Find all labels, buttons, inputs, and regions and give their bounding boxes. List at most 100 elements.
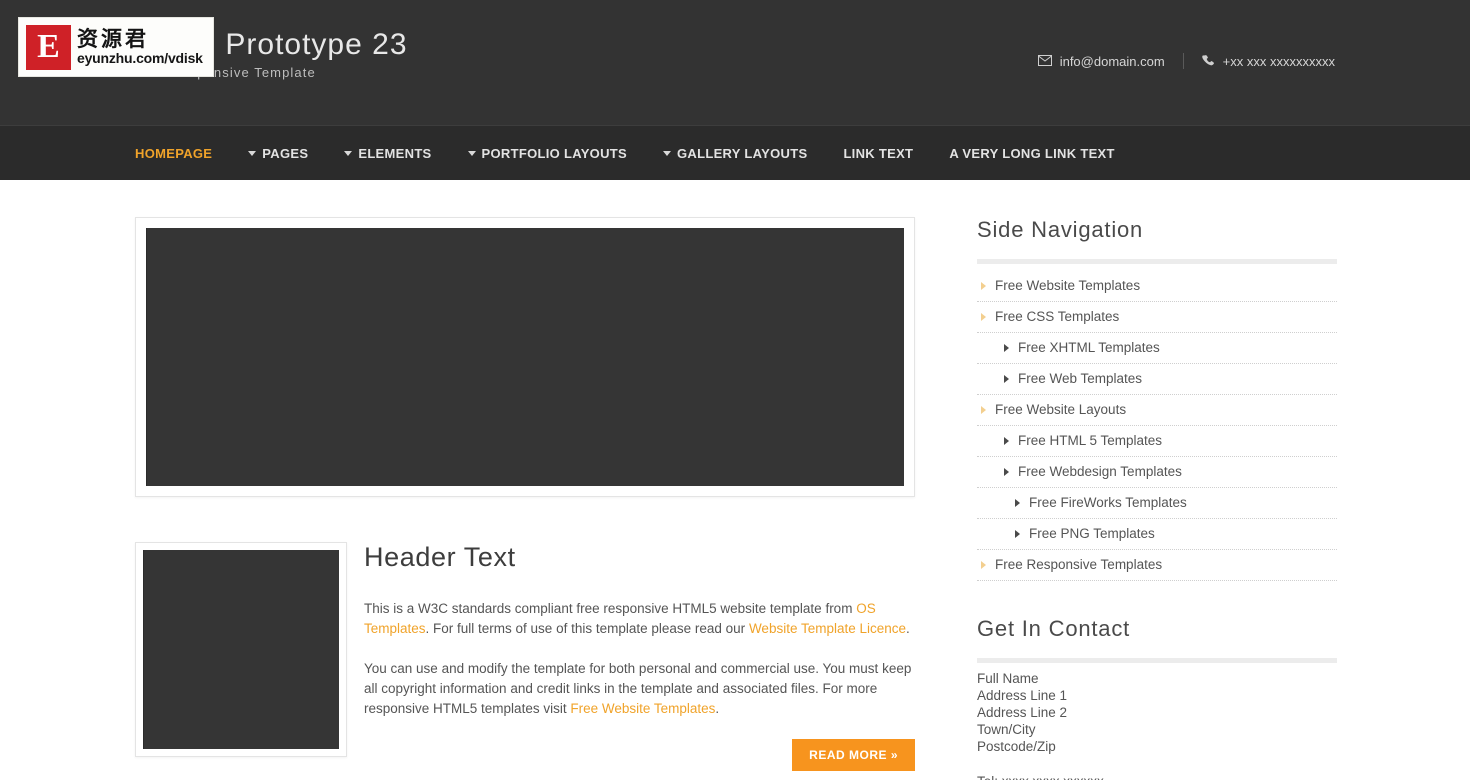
- nav-item-label: GALLERY LAYOUTS: [677, 146, 808, 161]
- sidebar-item-free-responsive-templates[interactable]: Free Responsive Templates: [977, 550, 1337, 580]
- contact-tel: Tel: xxxx xxxx xxxxxx: [977, 773, 1337, 780]
- sidebar-item-free-webdesign-templates[interactable]: Free Webdesign Templates: [977, 457, 1337, 487]
- nav-item-link-text[interactable]: LINK TEXT: [843, 140, 913, 167]
- sidebar-item-free-web-templates[interactable]: Free Web Templates: [977, 364, 1337, 394]
- sidebar-list-item: Free XHTML Templates: [977, 333, 1337, 364]
- triangle-right-icon: [1015, 529, 1020, 538]
- sidebar-item-label: Free PNG Templates: [1029, 526, 1155, 541]
- free-website-templates-link[interactable]: Free Website Templates: [570, 701, 715, 716]
- watermark-badge-icon: E: [26, 24, 71, 70]
- read-more-button[interactable]: READ MORE »: [792, 739, 915, 771]
- envelope-icon: [1037, 54, 1052, 68]
- feature-thumbnail-frame[interactable]: [135, 542, 347, 757]
- sidebar-list-item: Free Website Templates: [977, 271, 1337, 302]
- address-line: Full Name: [977, 671, 1039, 686]
- header-email-text: info@domain.com: [1059, 53, 1165, 69]
- nav-item-portfolio-layouts[interactable]: PORTFOLIO LAYOUTS: [467, 140, 627, 167]
- address-line: Town/City: [977, 722, 1036, 737]
- watermark-cn-text: 资源君: [77, 27, 149, 52]
- website-template-licence-link[interactable]: Website Template Licence: [749, 621, 906, 636]
- nav-items-container: HOMEPAGE PAGES ELEMENTS PORTFOLIO LAYOUTS GA…: [135, 126, 1335, 181]
- address-line: Address Line 2: [977, 705, 1068, 720]
- main-layout: Header Text This is a W3C standards comp…: [135, 180, 1337, 780]
- triangle-right-icon: [1004, 467, 1009, 476]
- side-navigation-block: Side Navigation Free Website Templates Fr…: [977, 217, 1337, 581]
- sidebar-item-label: Free Website Templates: [995, 278, 1141, 293]
- nav-item-label: ELEMENTS: [358, 146, 432, 161]
- contact-details: Tel: xxxx xxxx xxxxxx Email: contact@dom…: [977, 773, 1337, 780]
- sidebar-item-label: Free XHTML Templates: [1018, 340, 1160, 355]
- nav-item-gallery-layouts[interactable]: GALLERY LAYOUTS: [663, 140, 807, 167]
- read-more-row: READ MORE »: [364, 739, 915, 771]
- header-phone[interactable]: +xx xxx xxxxxxxxxx: [1201, 53, 1335, 69]
- sidebar-list-item: Free Website Layouts: [977, 395, 1337, 426]
- sidebar-item-free-website-layouts[interactable]: Free Website Layouts: [977, 395, 1337, 425]
- nav-item-label: A VERY LONG LINK TEXT: [949, 146, 1115, 161]
- sidebar-list-item: Free Responsive Templates: [977, 550, 1337, 581]
- header-contact-divider: [1182, 53, 1184, 69]
- phone-icon: [1201, 54, 1215, 69]
- sidebar-list-item: Free CSS Templates: [977, 302, 1337, 333]
- address-line: Postcode/Zip: [977, 739, 1056, 754]
- header-inner: ...200 Prototype 23 Free Responsive Temp…: [135, 0, 1335, 125]
- triangle-right-icon: [1004, 343, 1009, 352]
- feature-block: Header Text This is a W3C standards comp…: [135, 542, 915, 771]
- header-contact-bar: info@domain.com +xx xxx xxxxxxxxxx: [1037, 53, 1335, 69]
- sidebar-list-item: Free Webdesign Templates: [977, 457, 1337, 488]
- nav-item-label: PAGES: [262, 146, 309, 161]
- sidebar-item-free-html-5-templates[interactable]: Free HTML 5 Templates: [977, 426, 1337, 456]
- header-phone-text: +xx xxx xxxxxxxxxx: [1222, 53, 1335, 69]
- contact-rule: [977, 658, 1337, 663]
- watermark-url: eyunzhu.com/vdisk: [77, 50, 203, 67]
- sidebar-item-label: Free Website Layouts: [995, 402, 1127, 417]
- nav-item-label: HOMEPAGE: [135, 146, 213, 161]
- nav-item-elements[interactable]: ELEMENTS: [344, 140, 431, 167]
- sidebar-item-free-website-templates[interactable]: Free Website Templates: [977, 271, 1337, 301]
- triangle-right-icon: [1004, 374, 1009, 383]
- watermark-overlay: E 资源君 eyunzhu.com/vdisk: [18, 17, 214, 77]
- sidebar-list-item: Free HTML 5 Templates: [977, 426, 1337, 457]
- sidebar-item-free-fireworks-templates[interactable]: Free FireWorks Templates: [977, 488, 1337, 518]
- watermark-text: 资源君 eyunzhu.com/vdisk: [77, 28, 203, 66]
- chevron-down-icon: [467, 151, 476, 156]
- contact-heading: Get In Contact: [977, 616, 1131, 641]
- paragraph-1-text-3: .: [906, 621, 910, 636]
- content-column: Header Text This is a W3C standards comp…: [135, 217, 915, 780]
- sidebar-item-free-png-templates[interactable]: Free PNG Templates: [977, 519, 1337, 549]
- paragraph-1-text-1: This is a W3C standards compliant free r…: [364, 601, 857, 616]
- feature-paragraph-1: This is a W3C standards compliant free r…: [364, 599, 915, 639]
- triangle-right-icon: [1015, 498, 1020, 507]
- sidebar-item-label: Free Web Templates: [1018, 371, 1143, 386]
- watermark-badge-letter: E: [37, 28, 60, 65]
- header-email[interactable]: info@domain.com: [1037, 53, 1165, 69]
- feature-title: Header Text: [364, 542, 516, 572]
- nav-item-a-very-long-link-text[interactable]: A VERY LONG LINK TEXT: [949, 140, 1114, 167]
- feature-paragraph-2: You can use and modify the template for …: [364, 659, 915, 719]
- contact-address: Full Name Address Line 1 Address Line 2 Tow…: [977, 670, 1337, 755]
- site-header: ...200 Prototype 23 Free Responsive Temp…: [0, 0, 1470, 125]
- triangle-right-icon: [981, 405, 986, 414]
- chevron-down-icon: [663, 151, 671, 156]
- nav-item-label: LINK TEXT: [843, 146, 914, 161]
- sidebar-item-label: Free Webdesign Templates: [1018, 464, 1182, 479]
- sidebar-item-free-css-templates[interactable]: Free CSS Templates: [977, 302, 1337, 332]
- nav-item-pages[interactable]: PAGES: [248, 140, 308, 167]
- side-navigation-heading: Side Navigation: [977, 217, 1144, 242]
- nav-item-homepage[interactable]: HOMEPAGE: [135, 140, 212, 167]
- side-navigation-rule: [977, 259, 1337, 264]
- nav-item-label: PORTFOLIO LAYOUTS: [481, 146, 627, 161]
- sidebar-list-item: Free PNG Templates: [977, 519, 1337, 550]
- feature-body: Header Text This is a W3C standards comp…: [364, 542, 915, 771]
- paragraph-1-text-2: . For full terms of use of this template…: [425, 621, 749, 636]
- triangle-right-icon: [1004, 436, 1009, 445]
- triangle-right-icon: [981, 281, 986, 290]
- triangle-right-icon: [981, 312, 986, 321]
- sidebar-item-free-xhtml-templates[interactable]: Free XHTML Templates: [977, 333, 1337, 363]
- chevron-down-icon: [248, 151, 257, 156]
- slider-frame[interactable]: [135, 217, 915, 497]
- feature-image-placeholder: [143, 550, 339, 749]
- paragraph-2-text-2: .: [715, 701, 720, 716]
- sidebar-item-label: Free CSS Templates: [995, 309, 1120, 324]
- sidebar-list-item: Free Web Templates: [977, 364, 1337, 395]
- main-navigation: HOMEPAGE PAGES ELEMENTS PORTFOLIO LAYOUTS GA…: [0, 125, 1470, 180]
